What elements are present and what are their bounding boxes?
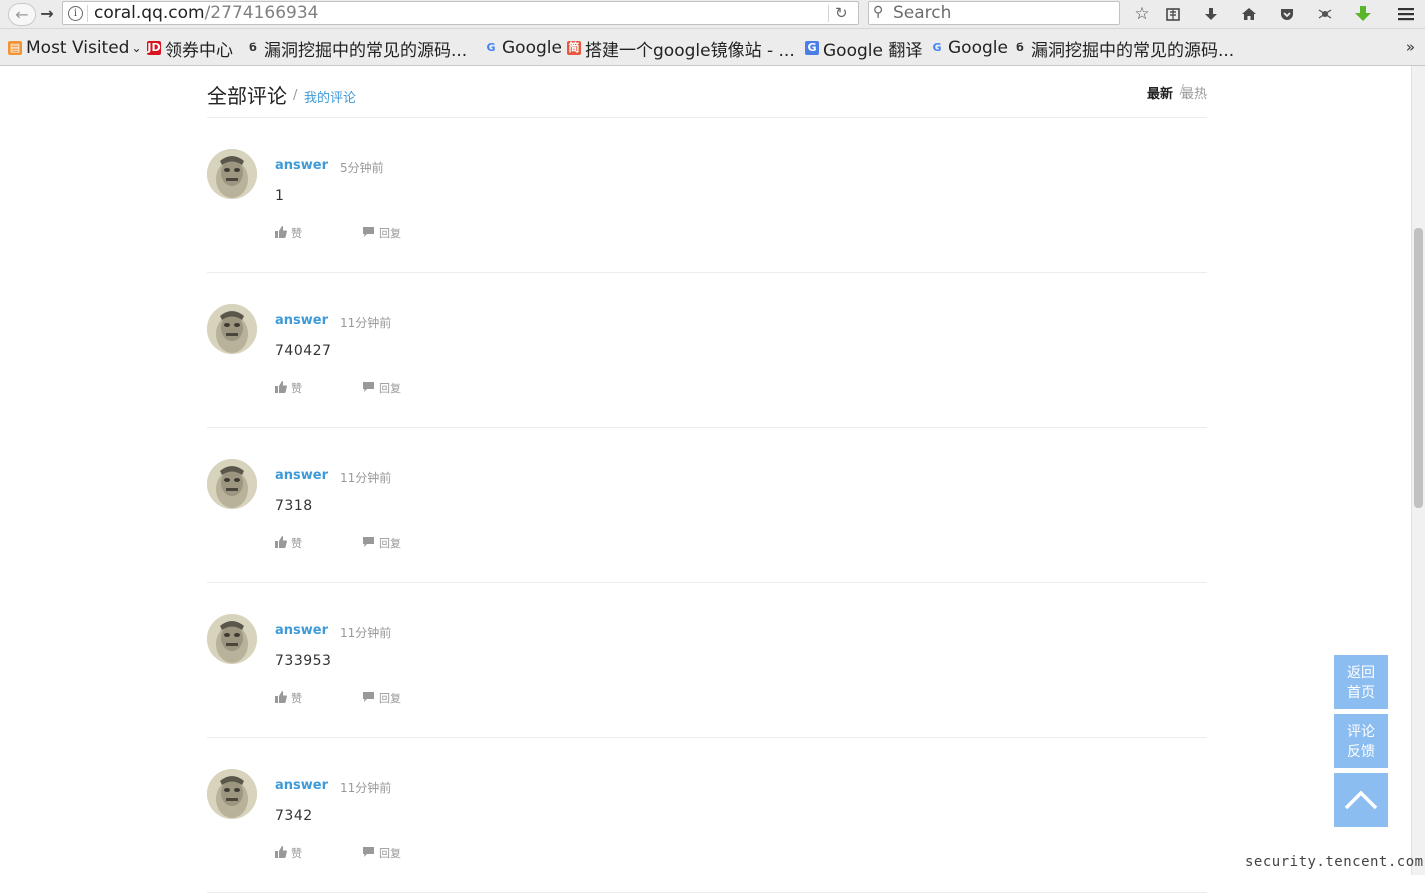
comment-username[interactable]: answer [275,468,328,483]
bookmark-source-audit-1[interactable]: б 漏洞挖掘中的常见的源码... [246,38,467,61]
chevron-up-icon [1344,790,1378,810]
comment-item: answer 11分钟前 7318 赞 回复 [207,427,1207,583]
watermark: security.tencent.com [1245,854,1424,870]
comment-bubble-icon [362,226,379,241]
menu-icon[interactable] [1395,3,1417,25]
home-icon[interactable] [1238,3,1260,25]
comment-bubble-icon [362,691,379,706]
comments-header: 全部评论 / 我的评论 最新 / 最热 [207,80,1207,118]
avatar[interactable] [207,304,257,354]
thumbs-up-icon [275,225,291,241]
bookmark-source-audit-2[interactable]: б 漏洞挖掘中的常见的源码... [1013,38,1234,61]
browser-toolbar: ← → i coral.qq.com/2774166934 ↻ ⚲ Search… [0,0,1425,29]
comment-time: 11分钟前 [340,781,392,795]
comment-item: answer 11分钟前 733953 赞 回复 [207,582,1207,738]
comments-page: 全部评论 / 我的评论 最新 / 最热 answer 5分钟前 1 赞回复 answer… [0,66,1411,893]
comment-item: answer 11分钟前 740427 赞 回复 [207,272,1207,428]
reply-button[interactable]: 回复 [362,535,401,551]
comment-time: 5分钟前 [340,161,384,175]
sort-hottest[interactable]: 最热 [1181,83,1207,102]
bookmarks-overflow-icon[interactable]: » [1406,38,1415,56]
page-scrollbar[interactable] [1411,66,1425,875]
arrow-right-icon: → [40,4,54,23]
reply-button[interactable]: 回复 [362,845,401,861]
comment-username[interactable]: answer [275,313,328,328]
back-button[interactable]: ← [8,3,36,26]
comment-content: 733953 [275,653,332,669]
like-button[interactable]: 赞 [275,845,302,861]
search-placeholder: Search [893,3,952,23]
comment-content: 740427 [275,343,332,359]
like-button[interactable]: 赞 [275,690,302,706]
bookmark-google-1[interactable]: G Google [484,38,561,58]
avatar[interactable] [207,459,257,509]
bookmark-jd[interactable]: JD 领券中心 [147,38,233,61]
pocket-icon[interactable] [1276,3,1298,25]
google-icon: G [486,41,496,54]
back-to-home-button[interactable]: 返回 首页 [1334,655,1388,709]
avatar[interactable] [207,149,257,199]
scrollbar-thumb[interactable] [1414,228,1423,508]
comment-content: 7318 [275,498,313,514]
bookmark-google-translate[interactable]: G Google 翻译 [805,38,922,61]
reply-button[interactable]: 回复 [362,225,401,241]
search-bar[interactable]: ⚲ Search [868,1,1120,25]
bookmark-google-mirror[interactable]: 简 搭建一个google镜像站 - ... [567,38,795,61]
tab-all-comments[interactable]: 全部评论 [207,80,287,109]
reply-button[interactable]: 回复 [362,690,401,706]
like-button[interactable]: 赞 [275,380,302,396]
forward-button[interactable]: → [36,3,58,24]
url-text: coral.qq.com/2774166934 [94,3,319,23]
bookmark-star-icon[interactable]: ☆ [1131,3,1153,25]
jianshu-icon: 简 [567,41,581,55]
bookmarks-bar: ▤ Most Visited ⌄ JD 领券中心 б 漏洞挖掘中的常见的源码..… [0,29,1425,66]
comment-username[interactable]: answer [275,158,328,173]
search-icon: ⚲ [873,4,884,20]
comment-bubble-icon [362,381,379,396]
comment-time: 11分钟前 [340,626,392,640]
bug-icon: б [249,41,257,54]
comment-bubble-icon [362,536,379,551]
sort-newest[interactable]: 最新 [1147,83,1173,102]
comment-time: 11分钟前 [340,471,392,485]
comment-feedback-button[interactable]: 评论 反馈 [1334,714,1388,768]
download-icon[interactable] [1200,3,1222,25]
tab-my-comments[interactable]: 我的评论 [304,87,356,106]
bug-icon: б [1016,41,1024,54]
comment-username[interactable]: answer [275,623,328,638]
thumbs-up-icon [275,380,291,396]
site-info-icon[interactable]: i [68,6,83,21]
reload-icon[interactable]: ↻ [835,4,848,22]
avatar[interactable] [207,614,257,664]
bookmark-most-visited[interactable]: ▤ Most Visited ⌄ [8,38,142,58]
back-to-top-button[interactable] [1334,773,1388,827]
google-icon: G [932,41,942,54]
download-helper-icon[interactable] [1352,3,1374,25]
comment-time: 11分钟前 [340,316,392,330]
google-translate-icon: G [805,41,819,55]
address-bar[interactable]: i coral.qq.com/2774166934 ↻ [62,1,859,25]
comment-content: 1 [275,188,285,204]
thumbs-up-icon [275,690,291,706]
thumbs-up-icon [275,845,291,861]
thumbs-up-icon [275,535,291,551]
reading-list-icon[interactable] [1162,3,1184,25]
comment-content: 7342 [275,808,313,824]
avatar[interactable] [207,769,257,819]
bookmark-google-2[interactable]: G Google [930,38,1007,58]
like-button[interactable]: 赞 [275,225,302,241]
comment-bubble-icon [362,846,379,861]
reply-button[interactable]: 回复 [362,380,401,396]
comment-item: answer 5分钟前 1 赞 回复 [207,117,1207,273]
like-button[interactable]: 赞 [275,535,302,551]
extension-icon[interactable] [1314,3,1336,25]
comment-username[interactable]: answer [275,778,328,793]
chevron-down-icon: ⌄ [131,41,142,55]
jd-icon: JD [147,41,161,55]
arrow-left-icon: ← [15,5,29,24]
tab-separator: / [293,88,298,103]
most-visited-icon: ▤ [8,41,22,55]
comment-item: answer 11分钟前 7342 赞 回复 [207,737,1207,893]
